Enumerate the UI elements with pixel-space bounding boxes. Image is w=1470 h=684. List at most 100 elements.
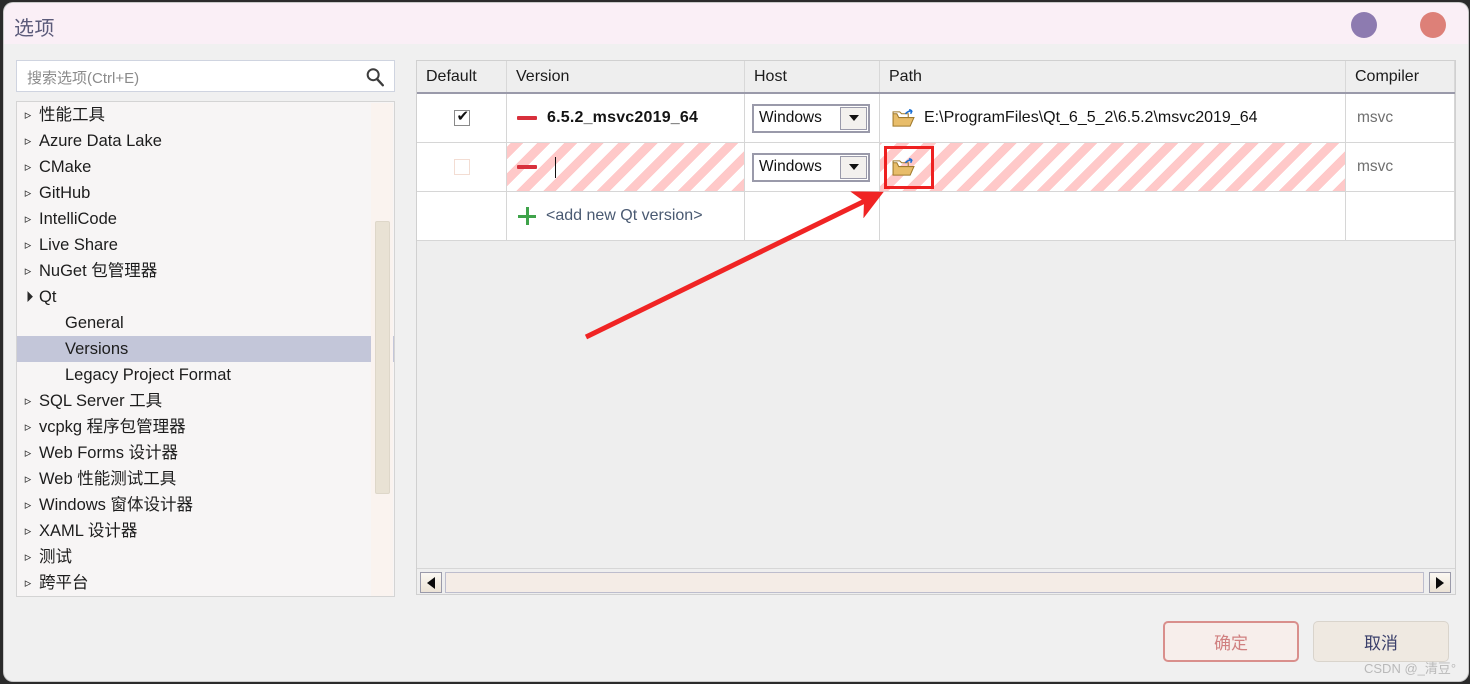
chevron-right-icon[interactable]: ▹ [17, 466, 39, 492]
chevron-right-icon[interactable]: ▹ [17, 518, 39, 544]
options-dialog: 选项 ▹性能工具▹Azure Data Lake▹CMake▹GitHub▹In… [4, 3, 1468, 681]
sidebar-item-vcpkg-程序包管理器[interactable]: ▹ vcpkg 程序包管理器 [17, 414, 394, 440]
ok-button[interactable]: 确定 [1163, 621, 1299, 662]
host-select[interactable]: Windows [752, 152, 870, 182]
sidebar-item-xaml-设计器[interactable]: ▹ XAML 设计器 [17, 518, 394, 544]
cell-path[interactable]: E:\ProgramFiles\Qt_6_5_2\6.5.2\msvc2019_… [880, 94, 1346, 142]
chevron-down-icon[interactable] [840, 155, 867, 179]
grid-header-row: Default Version Host Path Compiler [417, 61, 1455, 94]
chevron-right-icon[interactable]: ▹ [17, 154, 39, 180]
sidebar-item-nuget-包管理器[interactable]: ▹ NuGet 包管理器 [17, 258, 394, 284]
chevron-right-icon[interactable]: ▹ [17, 544, 39, 570]
host-select[interactable]: Windows [752, 103, 870, 133]
chevron-right-icon[interactable]: ▹ [17, 440, 39, 466]
cell-default[interactable] [417, 143, 507, 191]
compiler-text: msvc [1357, 109, 1394, 126]
cell-compiler: msvc [1346, 143, 1455, 191]
chevron-right-icon[interactable]: ▹ [17, 102, 39, 128]
sidebar-item-live-share[interactable]: ▹ Live Share [17, 232, 394, 258]
sidebar-item-label: Windows 窗体设计器 [39, 496, 194, 514]
sidebar-item-github[interactable]: ▹ GitHub [17, 180, 394, 206]
sidebar-item-label: Web 性能测试工具 [39, 470, 177, 488]
sidebar-item-qt[interactable]: ◢ Qt [17, 284, 394, 310]
default-checkbox[interactable] [453, 159, 470, 175]
default-checkbox[interactable]: ✔ [453, 108, 470, 126]
sidebar-item-azure-data-lake[interactable]: ▹ Azure Data Lake [17, 128, 394, 154]
column-header-host[interactable]: Host [745, 61, 880, 92]
cell-default[interactable]: ✔ [417, 94, 507, 142]
column-header-default[interactable]: Default [417, 61, 507, 92]
sidebar-item-windows-窗体设计器[interactable]: ▹ Windows 窗体设计器 [17, 492, 394, 518]
table-row[interactable]: Windows msvc [417, 143, 1455, 192]
sidebar-item-跨平台[interactable]: ▹ 跨平台 [17, 570, 394, 596]
column-header-compiler[interactable]: Compiler [1346, 61, 1455, 92]
compiler-text: msvc [1357, 158, 1394, 175]
cell-host[interactable]: Windows [745, 143, 880, 191]
sidebar-item-general[interactable]: General [17, 310, 394, 336]
search-box[interactable] [16, 60, 395, 92]
column-header-path[interactable]: Path [880, 61, 1346, 92]
sidebar-item-cmake[interactable]: ▹ CMake [17, 154, 394, 180]
chevron-right-icon[interactable]: ▹ [17, 232, 39, 258]
sidebar-item-versions[interactable]: Versions [17, 336, 394, 362]
dialog-title: 选项 [14, 18, 55, 40]
cell-path[interactable] [880, 143, 1346, 191]
sidebar-item-label: 跨平台 [39, 574, 89, 592]
cell-compiler [1346, 192, 1455, 240]
close-dot[interactable] [1420, 12, 1446, 38]
sidebar-item-web-forms-设计器[interactable]: ▹ Web Forms 设计器 [17, 440, 394, 466]
chevron-down-icon[interactable] [840, 106, 867, 130]
cell-add-new[interactable]: <add new Qt version> [507, 192, 745, 240]
sidebar-item-label: vcpkg 程序包管理器 [39, 418, 186, 436]
sidebar-item-性能工具[interactable]: ▹ 性能工具 [17, 102, 394, 128]
sidebar-item-label: IntelliCode [39, 210, 117, 228]
sidebar-item-intellicode[interactable]: ▹ IntelliCode [17, 206, 394, 232]
column-header-version[interactable]: Version [507, 61, 745, 92]
grid-add-row[interactable]: <add new Qt version> [417, 192, 1455, 241]
sidebar-item-sql-server-工具[interactable]: ▹ SQL Server 工具 [17, 388, 394, 414]
scroll-left-icon[interactable] [420, 572, 442, 593]
cell-compiler: msvc [1346, 94, 1455, 142]
chevron-right-icon[interactable]: ▹ [17, 206, 39, 232]
options-tree[interactable]: ▹ 性能工具 ▹ Azure Data Lake ▹ CMake ▹ GitHub ▹ Intel… [16, 101, 395, 597]
chevron-right-icon[interactable]: ▹ [17, 180, 39, 206]
grid-body: ✔ 6.5.2_msvc2019_64 Windows E:\ProgramFiles… [417, 94, 1455, 241]
plus-icon[interactable] [518, 207, 536, 225]
chevron-right-icon[interactable]: ▹ [17, 570, 39, 596]
chevron-right-icon[interactable]: ▹ [17, 492, 39, 518]
screenshot-root: 选项 ▹性能工具▹Azure Data Lake▹CMake▹GitHub▹In… [0, 0, 1470, 684]
sidebar-item-测试[interactable]: ▹ 测试 [17, 544, 394, 570]
scroll-right-icon[interactable] [1429, 572, 1451, 593]
table-row[interactable]: ✔ 6.5.2_msvc2019_64 Windows E:\ProgramFiles… [417, 94, 1455, 143]
tree-scrollbar-thumb[interactable] [375, 221, 390, 494]
sidebar-item-web-性能测试工具[interactable]: ▹ Web 性能测试工具 [17, 466, 394, 492]
sidebar-item-label: SQL Server 工具 [39, 392, 163, 410]
path-text[interactable]: E:\ProgramFiles\Qt_6_5_2\6.5.2\msvc2019_… [924, 109, 1258, 127]
tree-vertical-scrollbar[interactable] [371, 103, 393, 596]
version-status-dash-icon [517, 165, 537, 169]
sidebar-item-label: XAML 设计器 [39, 522, 138, 540]
chevron-right-icon[interactable]: ▹ [17, 388, 39, 414]
sidebar-item-legacy-project-format[interactable]: Legacy Project Format [17, 362, 394, 388]
cell-version[interactable] [507, 143, 745, 191]
minimize-dot[interactable] [1351, 12, 1377, 38]
grid-horizontal-scrollbar[interactable] [417, 568, 1455, 594]
search-icon[interactable] [364, 66, 386, 88]
chevron-right-icon[interactable]: ▹ [17, 414, 39, 440]
version-text[interactable]: 6.5.2_msvc2019_64 [547, 109, 698, 127]
cell-default [417, 192, 507, 240]
chevron-down-icon[interactable]: ◢ [17, 280, 45, 314]
sidebar-item-label: GitHub [39, 184, 91, 202]
cell-host[interactable]: Windows [745, 94, 880, 142]
search-input[interactable] [25, 66, 359, 90]
cancel-button[interactable]: 取消 [1313, 621, 1449, 662]
add-new-version-label[interactable]: <add new Qt version> [546, 207, 703, 225]
annotation-highlight-box [884, 146, 934, 189]
check-icon: ✔ [456, 108, 470, 125]
cell-version[interactable]: 6.5.2_msvc2019_64 [507, 94, 745, 142]
chevron-right-icon[interactable]: ▹ [17, 258, 39, 284]
hscrollbar-thumb[interactable] [445, 572, 1424, 593]
browse-folder-icon[interactable] [892, 108, 915, 128]
sidebar-item-label: 测试 [39, 548, 72, 566]
chevron-right-icon[interactable]: ▹ [17, 128, 39, 154]
